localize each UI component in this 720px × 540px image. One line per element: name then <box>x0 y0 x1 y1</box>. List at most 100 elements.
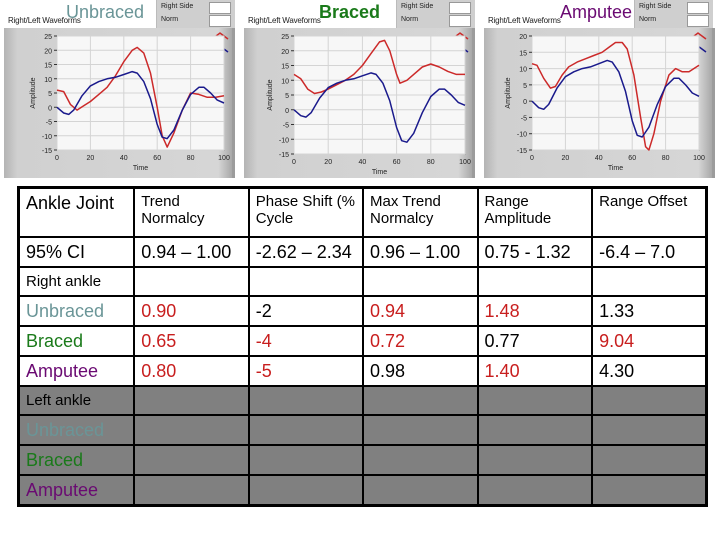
x-tick-label: 0 <box>292 159 296 166</box>
row-label: Unbraced <box>17 295 136 327</box>
cell-phase-shift: -4 <box>247 325 365 357</box>
y-tick-label: 10 <box>519 67 527 74</box>
x-axis-label: Time <box>372 169 387 176</box>
y-tick-label: -10 <box>279 137 289 144</box>
legend-right-side: Right Side <box>639 3 672 10</box>
y-tick-label: 15 <box>44 63 52 70</box>
table-row: Unbraced <box>17 414 708 446</box>
ci-range-amplitude: 0.75 - 1.32 <box>476 236 594 268</box>
y-tick-label: 25 <box>44 34 52 41</box>
norm-swatch-icon <box>449 15 471 53</box>
x-tick-label: 60 <box>628 155 636 162</box>
y-tick-label: -15 <box>517 148 527 155</box>
y-tick-label: 10 <box>44 77 52 84</box>
y-tick-label: 20 <box>44 48 52 55</box>
y-tick-label: 5 <box>285 93 289 100</box>
y-tick-label: -10 <box>517 132 527 139</box>
table-row: Braced 0.65 -4 0.72 0.77 9.04 <box>17 325 708 357</box>
y-tick-label: -10 <box>42 134 52 141</box>
right-side-swatch-icon <box>209 2 231 40</box>
table-row: Braced <box>17 444 708 476</box>
x-tick-label: 20 <box>87 155 95 162</box>
x-tick-label: 40 <box>595 155 603 162</box>
right-side-swatch-icon <box>687 2 709 40</box>
cell-max-trend-normalcy: 0.72 <box>362 325 479 357</box>
x-tick-label: 40 <box>359 159 367 166</box>
legend-norm: Norm <box>639 16 657 23</box>
header-trend-normalcy: Trend Normalcy <box>133 186 250 238</box>
y-tick-label: -5 <box>46 120 52 127</box>
row-label: Braced <box>17 444 136 476</box>
x-tick-label: 80 <box>427 159 435 166</box>
x-tick-label: 80 <box>662 155 670 162</box>
table-row: Amputee <box>17 474 708 507</box>
right-ankle-label: Right ankle <box>17 266 136 297</box>
legend-right-side: Right Side <box>161 3 194 10</box>
cell-range-amplitude: 1.40 <box>476 355 594 387</box>
y-tick-label: -5 <box>521 115 527 122</box>
ci-label: 95% CI <box>17 236 136 268</box>
braced-waveform-panel: Right/Left Waveforms Braced Right Side N… <box>242 0 475 180</box>
y-tick-label: 5 <box>523 83 527 90</box>
chart-title: Unbraced <box>66 2 145 22</box>
legend-norm: Norm <box>161 16 179 23</box>
cell-range-amplitude: 1.48 <box>476 295 594 327</box>
y-tick-label: 5 <box>48 91 52 98</box>
cell-trend-normalcy: 0.65 <box>133 325 250 357</box>
y-tick-label: 10 <box>281 78 289 85</box>
table-row: Unbraced 0.90 -2 0.94 1.48 1.33 <box>17 295 708 327</box>
y-tick-label: 20 <box>519 34 527 41</box>
chart-subtitle: Right/Left Waveforms <box>248 16 321 25</box>
chart-legend: Right Side Norm <box>156 0 235 53</box>
norm-swatch-icon <box>209 15 231 53</box>
y-tick-label: 20 <box>281 49 289 56</box>
x-tick-label: 80 <box>187 155 195 162</box>
y-tick-label: 0 <box>523 99 527 106</box>
ci-range-offset: -6.4 – 7.0 <box>591 236 708 268</box>
y-tick-label: -5 <box>283 123 289 130</box>
header-row: Ankle Joint Trend Normalcy Phase Shift (… <box>17 186 708 238</box>
left-ankle-label: Left ankle <box>17 385 136 416</box>
plot-area <box>531 35 700 151</box>
x-tick-label: 60 <box>393 159 401 166</box>
unbraced-waveform-chart: 2520151050-5-10-150 20 40 60 80 100TimeAmplit… <box>30 34 230 172</box>
x-axis-label: Time <box>133 165 148 172</box>
cell-max-trend-normalcy: 0.94 <box>362 295 479 327</box>
x-tick-label: 40 <box>120 155 128 162</box>
braced-waveform-chart: 2520151050-5-10-150 20 40 60 80 100TimeAmplit… <box>267 34 471 176</box>
y-tick-label: 15 <box>519 50 527 57</box>
x-tick-label: 0 <box>55 155 59 162</box>
cell-phase-shift: -2 <box>247 295 365 327</box>
y-tick-label: -15 <box>42 148 52 155</box>
cell-trend-normalcy: 0.90 <box>133 295 250 327</box>
norm-swatch-icon <box>687 15 709 53</box>
amputee-waveform-chart: 20151050-5-10-150 20 40 60 80 100TimeAmplitud… <box>505 34 705 172</box>
header-ankle-joint: Ankle Joint <box>17 186 136 238</box>
table-row: Amputee 0.80 -5 0.98 1.40 4.30 <box>17 355 708 387</box>
x-tick-label: 20 <box>562 155 570 162</box>
header-range-offset: Range Offset <box>591 186 708 238</box>
y-axis-label: Amplitude <box>30 77 37 108</box>
y-tick-label: 25 <box>281 34 289 41</box>
x-tick-label: 60 <box>153 155 161 162</box>
cell-range-offset: 1.33 <box>591 295 708 327</box>
cell-range-offset: 9.04 <box>591 325 708 357</box>
x-tick-label: 0 <box>530 155 534 162</box>
y-tick-label: 0 <box>48 105 52 112</box>
chart-title: Braced <box>319 2 381 22</box>
legend-norm: Norm <box>401 16 419 23</box>
right-side-swatch-icon <box>449 2 471 40</box>
row-label: Unbraced <box>17 414 136 446</box>
header-phase-shift: Phase Shift (% Cycle <box>247 186 365 238</box>
x-tick-label: 100 <box>459 159 471 166</box>
ci-trend-normalcy: 0.94 – 1.00 <box>133 236 250 268</box>
x-tick-label: 100 <box>218 155 230 162</box>
x-tick-label: 20 <box>324 159 332 166</box>
y-axis-label: Amplitude <box>505 77 512 108</box>
cell-range-offset: 4.30 <box>591 355 708 387</box>
y-tick-label: 15 <box>281 64 289 71</box>
chart-subtitle: Right/Left Waveforms <box>488 16 561 25</box>
y-tick-label: -15 <box>279 152 289 159</box>
x-axis-label: Time <box>608 165 623 172</box>
chart-legend: Right Side Norm <box>396 0 475 53</box>
